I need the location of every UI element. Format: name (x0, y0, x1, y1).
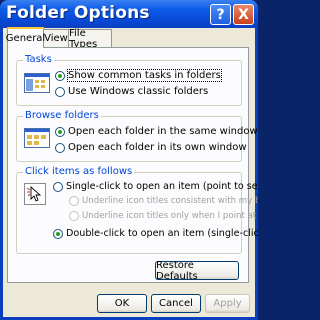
browse-radio-own-window[interactable] (55, 142, 65, 153)
click-option-single-label: Single-click to open an item (point to s… (66, 181, 258, 192)
browse-radio-same-window[interactable] (55, 126, 65, 137)
click-option-underline-browser-label: Underline icon titles consistent with my… (82, 196, 258, 206)
apply-button[interactable]: Apply (205, 294, 250, 313)
browse-group-label: Browse folders (23, 110, 101, 121)
tasks-radio-classic[interactable] (55, 86, 65, 97)
tasks-option-classic-label: Use Windows classic folders (68, 86, 209, 97)
click-option-underline-point: Underline icon titles only when I point … (69, 211, 258, 221)
click-option-double[interactable]: Double-click to open an item (single-cli… (53, 228, 258, 239)
click-option-double-label: Double-click to open an item (single-cli… (66, 228, 258, 239)
browse-option-own-window-label: Open each folder in its own window (68, 142, 247, 153)
ok-label: OK (114, 298, 130, 309)
tab-general[interactable]: General (5, 27, 46, 48)
click-radio-underline-browser (69, 196, 79, 206)
browse-group: Browse folders Open each folder in the s… (16, 110, 258, 162)
tab-view-label: View (44, 33, 68, 44)
tasks-option-common-label: Show common tasks in folders (67, 69, 222, 82)
click-option-single[interactable]: Single-click to open an item (point to s… (53, 181, 258, 192)
restore-defaults-button[interactable]: Restore Defaults (155, 259, 239, 282)
tasks-folder-icon (24, 73, 50, 93)
dialog-body: General View File Types Tasks Show commo… (3, 27, 258, 317)
folder-options-window: Folder Options ? X General View File Typ… (0, 0, 258, 320)
click-radio-double[interactable] (53, 228, 63, 239)
tasks-group: Tasks Show common tasks in folders Use W… (16, 54, 242, 106)
window-title: Folder Options (6, 3, 150, 23)
click-cursor-icon (24, 183, 46, 205)
tasks-option-classic[interactable]: Use Windows classic folders (55, 86, 208, 97)
ok-button[interactable]: OK (97, 294, 147, 313)
tasks-option-common[interactable]: Show common tasks in folders (55, 69, 222, 82)
click-option-underline-point-label: Underline icon titles only when I point … (82, 211, 258, 221)
tasks-group-label: Tasks (23, 54, 54, 65)
tasks-radio-common[interactable] (55, 70, 65, 81)
title-bar[interactable]: Folder Options ? X (0, 0, 258, 28)
apply-label: Apply (213, 298, 242, 309)
help-button[interactable]: ? (210, 4, 231, 25)
browse-folder-icon (24, 128, 50, 148)
close-button[interactable]: X (233, 4, 254, 25)
click-items-group-label: Click items as follows (23, 166, 135, 177)
click-option-underline-browser: Underline icon titles consistent with my… (69, 196, 258, 206)
tab-file-types[interactable]: File Types (68, 28, 112, 50)
close-icon: X (238, 6, 249, 23)
general-tab-panel: Tasks Show common tasks in folders Use W… (7, 47, 258, 283)
cancel-label: Cancel (159, 298, 193, 309)
cancel-button[interactable]: Cancel (151, 294, 201, 313)
click-radio-single[interactable] (53, 181, 63, 192)
help-icon: ? (216, 6, 225, 23)
browse-option-same-window[interactable]: Open each folder in the same window (55, 126, 258, 137)
browse-option-own-window[interactable]: Open each folder in its own window (55, 142, 247, 153)
restore-defaults-label: Restore Defaults (156, 259, 198, 282)
click-items-group: Click items as follows Single-click to o… (16, 166, 258, 254)
tab-view[interactable]: View (43, 29, 69, 47)
browse-option-same-window-label: Open each folder in the same window (68, 126, 258, 137)
tab-general-label: General (5, 33, 46, 44)
click-radio-underline-point (69, 211, 79, 221)
